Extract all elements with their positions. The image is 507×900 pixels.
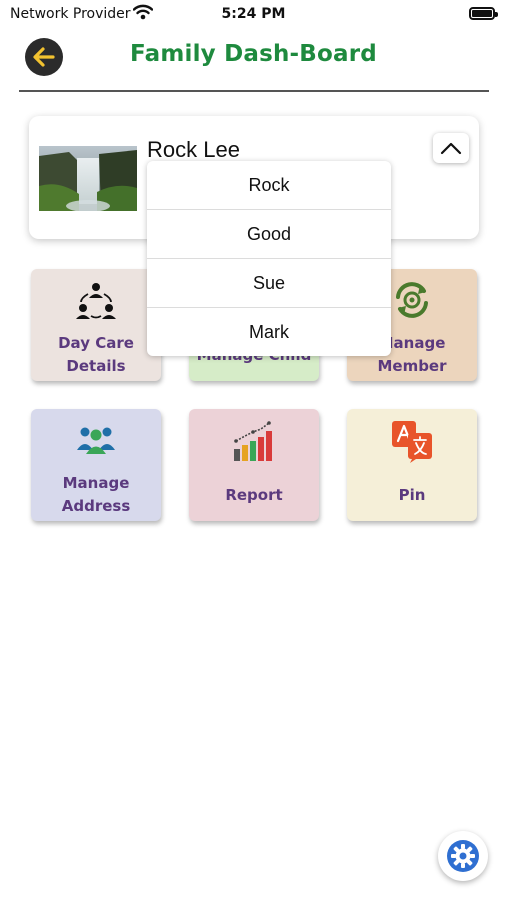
translate-icon — [392, 421, 432, 463]
profile-photo — [39, 146, 137, 211]
member-dropdown: Rock Good Sue Mark — [147, 161, 391, 356]
header-divider — [19, 90, 489, 92]
tile-day-care-details[interactable]: Day Care Details — [31, 269, 161, 381]
profile-name: Rock Lee — [147, 137, 240, 162]
status-bar: Network Provider 5:24 PM — [0, 0, 507, 28]
tile-manage-address[interactable]: Manage Address — [31, 409, 161, 521]
chevron-up-icon — [440, 142, 462, 155]
waterfall-landscape-image — [39, 146, 137, 211]
tile-pin[interactable]: Pin — [347, 409, 477, 521]
bar-chart-icon — [234, 421, 272, 461]
settings-button[interactable] — [438, 831, 488, 881]
refresh-gear-icon — [396, 282, 428, 318]
tile-label: Manage Address — [61, 474, 131, 515]
group-people-icon — [76, 283, 116, 319]
dropdown-option-sue[interactable]: Sue — [147, 259, 391, 308]
dropdown-option-rock[interactable]: Rock — [147, 161, 391, 210]
gear-icon — [447, 840, 479, 872]
tile-report[interactable]: Report — [189, 409, 319, 521]
page-title: Family Dash-Board — [130, 41, 377, 67]
clock: 5:24 PM — [221, 6, 286, 22]
dropdown-option-mark[interactable]: Mark — [147, 308, 391, 357]
battery-icon — [469, 7, 498, 20]
tile-label: Pin — [398, 486, 426, 504]
tile-label: Day Care Details — [58, 334, 134, 375]
tile-label: Report — [225, 486, 283, 504]
users-group-icon — [77, 427, 115, 454]
collapse-button[interactable] — [433, 133, 469, 163]
dropdown-option-good[interactable]: Good — [147, 210, 391, 259]
